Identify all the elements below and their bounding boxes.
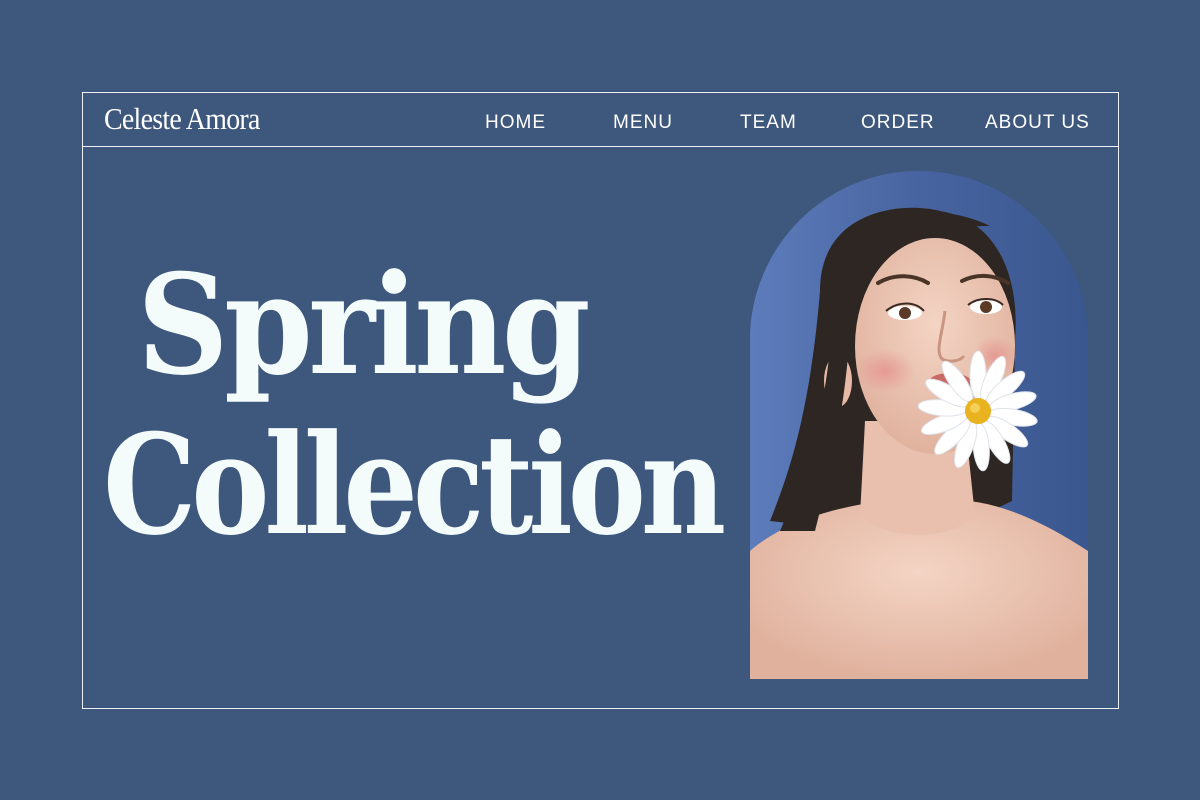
top-navbar: Celeste Amora HOME MENU TEAM ORDER ABOUT… [83, 93, 1118, 147]
hero-title-line-2: Collection [103, 403, 726, 566]
nav-home[interactable]: HOME [485, 112, 546, 134]
brand-logo[interactable]: Celeste Amora [104, 101, 260, 137]
nav-menu[interactable]: MENU [613, 112, 673, 134]
hero-photo [750, 171, 1088, 679]
hero-title-line-1: Spring [137, 243, 591, 406]
nav-order[interactable]: ORDER [861, 112, 935, 134]
nav-about-us[interactable]: ABOUT US [985, 112, 1090, 134]
portrait-illustration [750, 171, 1088, 679]
nav-team[interactable]: TEAM [740, 112, 797, 134]
hero-frame: Celeste Amora HOME MENU TEAM ORDER ABOUT… [82, 92, 1119, 709]
